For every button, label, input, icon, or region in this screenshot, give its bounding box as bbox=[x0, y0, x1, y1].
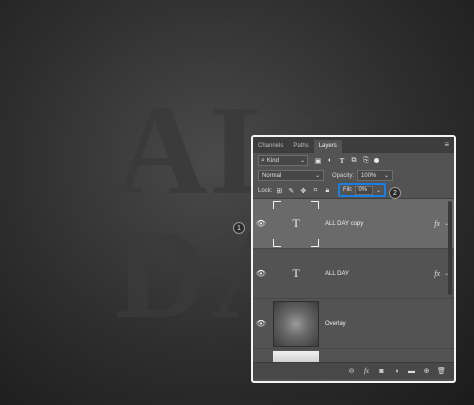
tab-paths[interactable]: Paths bbox=[288, 140, 313, 153]
filter-icons: ▣ ◐ T ⧉ ⎘ bbox=[314, 157, 370, 165]
new-layer-icon[interactable]: ⊕ bbox=[422, 367, 431, 375]
lock-artboard-icon[interactable]: ⌗ bbox=[311, 187, 319, 195]
lock-transparent-icon[interactable]: ⊞ bbox=[275, 187, 283, 195]
layer-all-day-copy[interactable]: 👁︎ T ALL DAY copy fx ⌄ bbox=[253, 199, 454, 249]
type-filter-icon[interactable]: T bbox=[338, 157, 346, 165]
panel-menu-icon[interactable]: ≡ bbox=[444, 140, 449, 149]
lock-all-icon[interactable]: 🔒︎ bbox=[323, 187, 331, 195]
layer-name: ALL DAY copy bbox=[325, 220, 364, 227]
fill-value: 0% bbox=[358, 187, 368, 193]
chevron-down-icon[interactable]: ⌄ bbox=[376, 187, 381, 194]
lock-icons: ⊞ ✎ ✥ ⌗ 🔒︎ bbox=[275, 187, 331, 195]
layer-thumbnail-text: T bbox=[273, 251, 319, 297]
thumb-corner bbox=[273, 238, 281, 247]
layers-panel: Channels Paths Layers ≡ ⌕ Kind ⌄ ▣ ◐ T ⧉… bbox=[251, 135, 456, 383]
fill-input[interactable]: 0% bbox=[355, 185, 373, 195]
link-icon[interactable]: ⊝ bbox=[347, 367, 356, 375]
lock-image-icon[interactable]: ✎ bbox=[287, 187, 295, 195]
layer-all-day[interactable]: 👁︎ T ALL DAY fx ⌄ bbox=[253, 249, 454, 299]
visibility-eye-icon[interactable]: 👁︎ bbox=[253, 319, 269, 328]
blend-row: Normal ⌄ Opacity: 100% ⌄ bbox=[253, 168, 454, 183]
chevron-down-icon: ⌄ bbox=[383, 173, 390, 179]
lock-label: Lock: bbox=[258, 187, 273, 194]
chevron-down-icon: ⌄ bbox=[314, 173, 320, 179]
adjustment-filter-icon[interactable]: ◐ bbox=[326, 157, 334, 165]
callout-badge-2: 2 bbox=[389, 187, 401, 199]
kind-filter-select[interactable]: ⌕ Kind ⌄ bbox=[258, 155, 308, 166]
layers-scrollbar[interactable] bbox=[448, 201, 452, 295]
lock-position-icon[interactable]: ✥ bbox=[299, 187, 307, 195]
shape-filter-icon[interactable]: ⧉ bbox=[350, 157, 358, 165]
visibility-eye-icon[interactable]: 👁︎ bbox=[253, 219, 269, 228]
thumb-corner bbox=[311, 200, 319, 209]
layer-overlay[interactable]: 👁︎ Overlay bbox=[253, 299, 454, 349]
group-folder-icon[interactable]: ▬ bbox=[407, 368, 416, 375]
opacity-value: 100% bbox=[361, 172, 377, 179]
layer-thumbnail-image bbox=[273, 300, 319, 347]
layer-name: Overlay bbox=[325, 320, 346, 327]
opacity-input[interactable]: 100% ⌄ bbox=[357, 170, 394, 181]
panel-tabs: Channels Paths Layers ≡ bbox=[253, 137, 454, 153]
callout-badge-1: 1 bbox=[233, 222, 245, 234]
fill-label: Fill: bbox=[343, 187, 353, 193]
type-layer-icon: T bbox=[292, 216, 300, 230]
kind-filter-label: Kind bbox=[266, 157, 279, 164]
layer-list: 👁︎ T ALL DAY copy fx ⌄ 👁︎ T ALL DAY fx ⌄… bbox=[253, 199, 454, 362]
filter-toggle-icon[interactable] bbox=[374, 158, 379, 163]
fill-highlight-box: Fill: 0% ⌄ bbox=[338, 183, 386, 197]
fx-icon[interactable]: fx bbox=[434, 269, 440, 278]
smartobject-filter-icon[interactable]: ⎘ bbox=[362, 157, 370, 165]
fx-icon[interactable]: fx bbox=[362, 367, 371, 375]
mask-icon[interactable]: ◙ bbox=[377, 368, 386, 375]
layer-name: ALL DAY bbox=[325, 270, 350, 277]
layer-thumbnail-text: T bbox=[273, 200, 319, 247]
filter-row: ⌕ Kind ⌄ ▣ ◐ T ⧉ ⎘ bbox=[253, 153, 454, 168]
panel-footer: ⊝ fx ◙ ◑ ▬ ⊕ 🗑︎ bbox=[253, 362, 454, 379]
blend-mode-select[interactable]: Normal ⌄ bbox=[258, 170, 324, 181]
chevron-down-icon: ⌄ bbox=[299, 158, 305, 164]
type-layer-icon: T bbox=[292, 266, 300, 280]
search-icon: ⌕ bbox=[261, 156, 265, 164]
opacity-label: Opacity: bbox=[332, 172, 355, 179]
tab-channels[interactable]: Channels bbox=[253, 140, 288, 153]
visibility-eye-icon[interactable]: 👁︎ bbox=[253, 269, 269, 278]
fx-icon[interactable]: fx bbox=[434, 219, 440, 228]
tab-layers[interactable]: Layers bbox=[313, 140, 342, 153]
image-filter-icon[interactable]: ▣ bbox=[314, 157, 322, 165]
trash-icon[interactable]: 🗑︎ bbox=[437, 367, 446, 375]
lock-row: Lock: ⊞ ✎ ✥ ⌗ 🔒︎ Fill: 0% ⌄ bbox=[253, 183, 454, 198]
adjustment-icon[interactable]: ◑ bbox=[392, 368, 401, 375]
thumb-corner bbox=[273, 200, 281, 209]
blend-mode-value: Normal bbox=[262, 172, 282, 179]
layer-thumbnail-partial bbox=[273, 351, 319, 362]
thumb-corner bbox=[311, 238, 319, 247]
